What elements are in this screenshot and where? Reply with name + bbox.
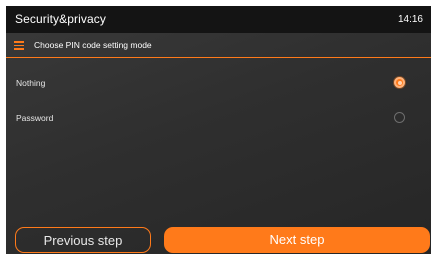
radio-selected-icon[interactable] (394, 77, 405, 88)
option-label: Password (16, 113, 54, 123)
top-bar: Security&privacy 14:16 (6, 6, 431, 33)
page-title: Security&privacy (15, 12, 106, 26)
section-header: Choose PIN code setting mode (6, 33, 431, 58)
option-nothing[interactable]: Nothing (6, 67, 431, 99)
option-password[interactable]: Password (6, 102, 431, 134)
section-title: Choose PIN code setting mode (34, 40, 152, 50)
next-step-button[interactable]: Next step (164, 227, 430, 253)
option-label: Nothing (16, 78, 46, 88)
menu-icon[interactable] (14, 41, 24, 50)
status-time: 14:16 (397, 14, 423, 25)
radio-unselected-icon[interactable] (394, 112, 405, 123)
screen: Security&privacy 14:16 Choose PIN code s… (6, 6, 431, 254)
previous-step-button[interactable]: Previous step (15, 227, 151, 253)
